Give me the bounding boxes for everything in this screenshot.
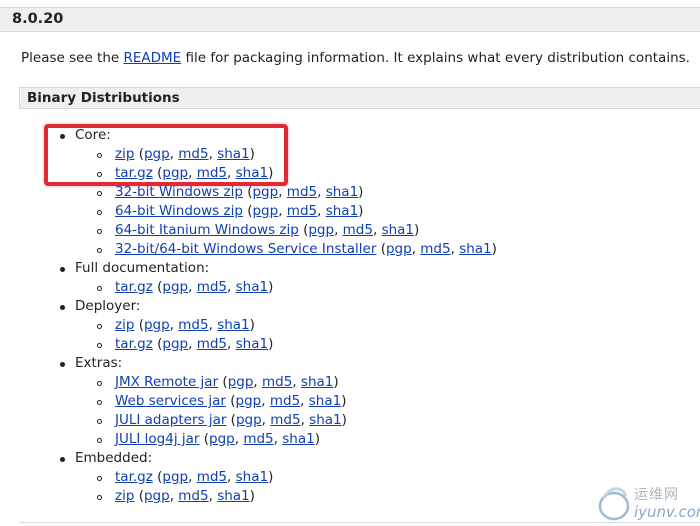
download-item: zip (pgp, md5, sha1): [115, 317, 255, 333]
group-bullet-icon: [60, 362, 65, 367]
md5-signature-link[interactable]: md5: [262, 374, 292, 390]
group-label: Deployer:: [75, 298, 141, 314]
download-item: JMX Remote jar (pgp, md5, sha1): [115, 374, 339, 390]
md5-signature-link[interactable]: md5: [197, 469, 227, 485]
sha1-signature-link[interactable]: sha1: [309, 393, 341, 409]
watermark: 运维网 iyunv.com: [596, 482, 700, 522]
sha1-signature-link[interactable]: sha1: [236, 279, 268, 295]
core-highlight-box: [44, 124, 288, 186]
md5-signature-link[interactable]: md5: [343, 222, 373, 238]
download-item: 32-bit/64-bit Windows Service Installer …: [115, 241, 497, 257]
download-link[interactable]: JULI adapters jar: [115, 412, 226, 428]
version-header: 8.0.20: [0, 7, 700, 32]
pgp-signature-link[interactable]: pgp: [162, 336, 188, 352]
group-bullet-icon: [60, 457, 65, 462]
md5-signature-link[interactable]: md5: [178, 488, 208, 504]
md5-signature-link[interactable]: md5: [287, 203, 317, 219]
download-link[interactable]: JULI log4j jar: [115, 431, 199, 447]
download-item: Web services jar (pgp, md5, sha1): [115, 393, 347, 409]
item-bullet-icon: [97, 419, 102, 424]
item-bullet-icon: [97, 343, 102, 348]
pgp-signature-link[interactable]: pgp: [236, 412, 262, 428]
readme-link[interactable]: README: [123, 50, 181, 66]
item-bullet-icon: [97, 248, 102, 253]
pgp-signature-link[interactable]: pgp: [252, 184, 278, 200]
pgp-signature-link[interactable]: pgp: [386, 241, 412, 257]
group-bullet-icon: [60, 305, 65, 310]
sha1-signature-link[interactable]: sha1: [217, 317, 249, 333]
pgp-signature-link[interactable]: pgp: [162, 469, 188, 485]
md5-signature-link[interactable]: md5: [287, 184, 317, 200]
item-bullet-icon: [97, 324, 102, 329]
sha1-signature-link[interactable]: sha1: [326, 203, 358, 219]
version-title: 8.0.20: [12, 11, 64, 27]
item-bullet-icon: [97, 286, 102, 291]
download-link[interactable]: zip: [115, 488, 134, 504]
sha1-signature-link[interactable]: sha1: [301, 374, 333, 390]
item-bullet-icon: [97, 476, 102, 481]
divider: [19, 522, 700, 523]
pgp-signature-link[interactable]: pgp: [228, 374, 254, 390]
pgp-signature-link[interactable]: pgp: [252, 203, 278, 219]
md5-signature-link[interactable]: md5: [420, 241, 450, 257]
item-bullet-icon: [97, 191, 102, 196]
download-link[interactable]: 32-bit/64-bit Windows Service Installer: [115, 241, 376, 257]
intro-text: Please see the README file for packaging…: [21, 50, 690, 66]
download-item: tar.gz (pgp, md5, sha1): [115, 469, 274, 485]
download-item: 64-bit Windows zip (pgp, md5, sha1): [115, 203, 364, 219]
pgp-signature-link[interactable]: pgp: [236, 393, 262, 409]
watermark-logo-icon: [598, 487, 630, 521]
md5-signature-link[interactable]: md5: [243, 431, 273, 447]
group-label: Embedded:: [75, 450, 153, 466]
download-link[interactable]: zip: [115, 317, 134, 333]
sha1-signature-link[interactable]: sha1: [382, 222, 414, 238]
group-label: Extras:: [75, 355, 123, 371]
item-bullet-icon: [97, 229, 102, 234]
pgp-signature-link[interactable]: pgp: [144, 488, 170, 504]
sha1-signature-link[interactable]: sha1: [326, 184, 358, 200]
watermark-cn: 运维网: [634, 487, 679, 503]
sha1-signature-link[interactable]: sha1: [217, 488, 249, 504]
download-link[interactable]: tar.gz: [115, 279, 153, 295]
pgp-signature-link[interactable]: pgp: [144, 317, 170, 333]
sha1-signature-link[interactable]: sha1: [282, 431, 314, 447]
download-item: zip (pgp, md5, sha1): [115, 488, 255, 504]
sha1-signature-link[interactable]: sha1: [236, 336, 268, 352]
watermark-en: iyunv.com: [634, 503, 700, 521]
item-bullet-icon: [97, 400, 102, 405]
download-link[interactable]: 64-bit Windows zip: [115, 203, 243, 219]
sha1-signature-link[interactable]: sha1: [309, 412, 341, 428]
group-label: Full documentation:: [75, 260, 210, 276]
download-link[interactable]: tar.gz: [115, 469, 153, 485]
md5-signature-link[interactable]: md5: [270, 412, 300, 428]
pgp-signature-link[interactable]: pgp: [209, 431, 235, 447]
item-bullet-icon: [97, 381, 102, 386]
download-item: tar.gz (pgp, md5, sha1): [115, 279, 274, 295]
item-bullet-icon: [97, 210, 102, 215]
pgp-signature-link[interactable]: pgp: [308, 222, 334, 238]
download-link[interactable]: JMX Remote jar: [115, 374, 218, 390]
sha1-signature-link[interactable]: sha1: [459, 241, 491, 257]
md5-signature-link[interactable]: md5: [197, 336, 227, 352]
download-link[interactable]: 32-bit Windows zip: [115, 184, 243, 200]
download-item: 64-bit Itanium Windows zip (pgp, md5, sh…: [115, 222, 420, 238]
section-header: Binary Distributions: [19, 87, 700, 109]
sha1-signature-link[interactable]: sha1: [236, 469, 268, 485]
download-link[interactable]: Web services jar: [115, 393, 226, 409]
md5-signature-link[interactable]: md5: [178, 317, 208, 333]
download-item: JULI adapters jar (pgp, md5, sha1): [115, 412, 347, 428]
item-bullet-icon: [97, 438, 102, 443]
download-link[interactable]: tar.gz: [115, 336, 153, 352]
section-title: Binary Distributions: [27, 90, 180, 106]
item-bullet-icon: [97, 495, 102, 500]
download-item: JULI log4j jar (pgp, md5, sha1): [115, 431, 320, 447]
md5-signature-link[interactable]: md5: [270, 393, 300, 409]
md5-signature-link[interactable]: md5: [197, 279, 227, 295]
download-item: tar.gz (pgp, md5, sha1): [115, 336, 274, 352]
pgp-signature-link[interactable]: pgp: [162, 279, 188, 295]
group-bullet-icon: [60, 267, 65, 272]
download-link[interactable]: 64-bit Itanium Windows zip: [115, 222, 299, 238]
